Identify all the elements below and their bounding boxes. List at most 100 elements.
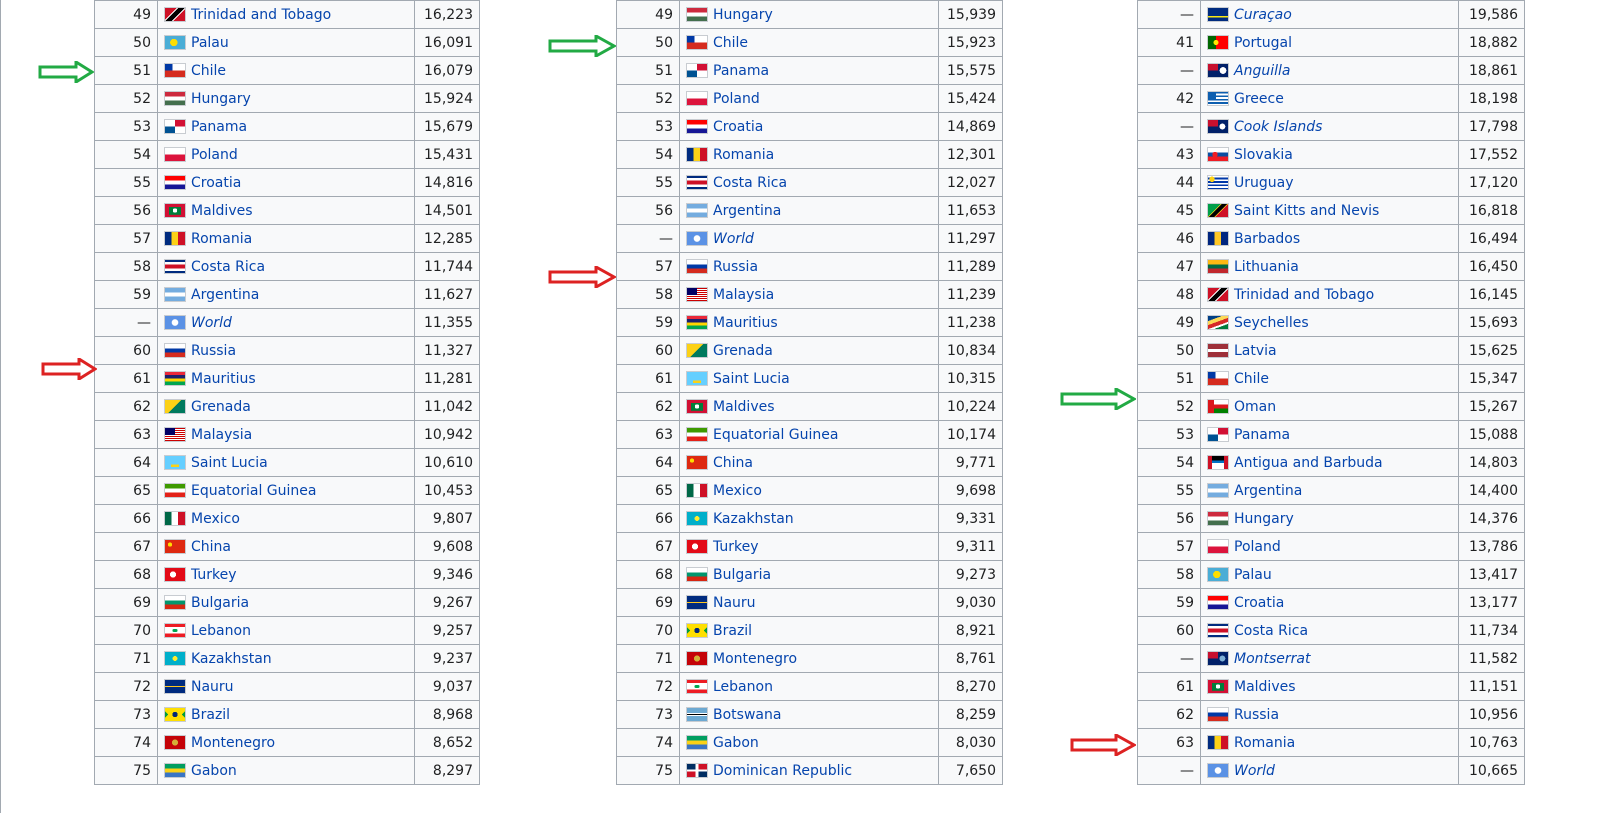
country-link[interactable]: Brazil bbox=[191, 707, 230, 723]
country-link[interactable]: Poland bbox=[191, 147, 238, 163]
country-link[interactable]: Brazil bbox=[713, 623, 752, 639]
country-link[interactable]: Latvia bbox=[1234, 343, 1277, 359]
country-link[interactable]: Romania bbox=[1234, 735, 1295, 751]
country-link[interactable]: Lebanon bbox=[713, 679, 773, 695]
country-link[interactable]: Grenada bbox=[713, 343, 773, 359]
country-link[interactable]: China bbox=[191, 539, 231, 555]
country-link[interactable]: Croatia bbox=[713, 119, 763, 135]
country-link[interactable]: Bulgaria bbox=[713, 567, 771, 583]
country-link[interactable]: Bulgaria bbox=[191, 595, 249, 611]
country-link[interactable]: Grenada bbox=[191, 399, 251, 415]
value-cell: 14,816 bbox=[414, 168, 480, 197]
country-link[interactable]: Romania bbox=[191, 231, 252, 247]
value-cell: 9,257 bbox=[414, 616, 480, 645]
rank-cell: — bbox=[1137, 644, 1201, 673]
country-link[interactable]: Nauru bbox=[191, 679, 234, 695]
country-link[interactable]: Chile bbox=[191, 63, 226, 79]
country-link[interactable]: Gabon bbox=[191, 763, 237, 779]
table-row: 60 Grenada 10,834 bbox=[616, 336, 1003, 365]
country-link[interactable]: Antigua and Barbuda bbox=[1234, 455, 1383, 471]
country-link[interactable]: Croatia bbox=[191, 175, 241, 191]
country-link[interactable]: Argentina bbox=[191, 287, 259, 303]
country-link[interactable]: Palau bbox=[1234, 567, 1272, 583]
country-link[interactable]: Poland bbox=[713, 91, 760, 107]
country-link[interactable]: Argentina bbox=[713, 203, 781, 219]
country-link[interactable]: World bbox=[191, 315, 232, 331]
country-link[interactable]: Costa Rica bbox=[713, 175, 787, 191]
country-link[interactable]: Turkey bbox=[713, 539, 759, 555]
country-link[interactable]: Mauritius bbox=[191, 371, 256, 387]
country-link[interactable]: Lithuania bbox=[1234, 259, 1299, 275]
country-link[interactable]: Greece bbox=[1234, 91, 1284, 107]
country-link[interactable]: Lebanon bbox=[191, 623, 251, 639]
country-link[interactable]: Hungary bbox=[1234, 511, 1294, 527]
country-link[interactable]: Costa Rica bbox=[1234, 623, 1308, 639]
country-link[interactable]: Slovakia bbox=[1234, 147, 1293, 163]
country-link[interactable]: Saint Lucia bbox=[713, 371, 790, 387]
costa-rica-flag-icon bbox=[1207, 623, 1229, 638]
country-link[interactable]: Panama bbox=[1234, 427, 1290, 443]
table-row: 54 Romania 12,301 bbox=[616, 140, 1003, 169]
country-link[interactable]: Cook Islands bbox=[1234, 119, 1322, 135]
country-link[interactable]: Saint Kitts and Nevis bbox=[1234, 203, 1379, 219]
country-link[interactable]: Malaysia bbox=[191, 427, 252, 443]
country-link[interactable]: Montserrat bbox=[1234, 651, 1311, 667]
value-cell: 13,417 bbox=[1458, 560, 1525, 589]
country-link[interactable]: Kazakhstan bbox=[191, 651, 272, 667]
country-link[interactable]: Trinidad and Tobago bbox=[191, 7, 331, 23]
country-link[interactable]: Mexico bbox=[191, 511, 240, 527]
rank-cell: 57 bbox=[1137, 532, 1201, 561]
country-link[interactable]: Maldives bbox=[191, 203, 253, 219]
country-link[interactable]: Croatia bbox=[1234, 595, 1284, 611]
table-row: 65 Equatorial Guinea 10,453 bbox=[94, 476, 480, 505]
country-link[interactable]: Chile bbox=[1234, 371, 1269, 387]
country-link[interactable]: Botswana bbox=[713, 707, 781, 723]
country-link[interactable]: Anguilla bbox=[1234, 63, 1290, 79]
country-link[interactable]: Uruguay bbox=[1234, 175, 1294, 191]
rank-cell: 60 bbox=[94, 336, 158, 365]
country-link[interactable]: Maldives bbox=[1234, 679, 1296, 695]
country-link[interactable]: Maldives bbox=[713, 399, 775, 415]
country-link[interactable]: Costa Rica bbox=[191, 259, 265, 275]
country-link[interactable]: Curaçao bbox=[1234, 7, 1292, 23]
country-link[interactable]: Panama bbox=[713, 63, 769, 79]
country-link[interactable]: Nauru bbox=[713, 595, 756, 611]
country-link[interactable]: Saint Lucia bbox=[191, 455, 268, 471]
country-link[interactable]: Portugal bbox=[1234, 35, 1292, 51]
country-link[interactable]: Palau bbox=[191, 35, 229, 51]
rank-cell: — bbox=[616, 224, 680, 253]
country-link[interactable]: Romania bbox=[713, 147, 774, 163]
country-link[interactable]: Malaysia bbox=[713, 287, 774, 303]
country-link[interactable]: World bbox=[1234, 763, 1275, 779]
country-link[interactable]: Equatorial Guinea bbox=[191, 483, 316, 499]
country-link[interactable]: Russia bbox=[191, 343, 236, 359]
rank-cell: 65 bbox=[94, 476, 158, 505]
country-link[interactable]: Gabon bbox=[713, 735, 759, 751]
rank-cell: 64 bbox=[616, 448, 680, 477]
country-link[interactable]: World bbox=[713, 231, 754, 247]
country-link[interactable]: Mauritius bbox=[713, 315, 778, 331]
country-link[interactable]: Russia bbox=[1234, 707, 1279, 723]
country-link[interactable]: Dominican Republic bbox=[713, 763, 852, 779]
country-link[interactable]: Argentina bbox=[1234, 483, 1302, 499]
country-link[interactable]: Montenegro bbox=[191, 735, 275, 751]
country-link[interactable]: Trinidad and Tobago bbox=[1234, 287, 1374, 303]
country-link[interactable]: Kazakhstan bbox=[713, 511, 794, 527]
country-link[interactable]: Russia bbox=[713, 259, 758, 275]
value-cell: 10,834 bbox=[938, 336, 1003, 365]
country-link[interactable]: Equatorial Guinea bbox=[713, 427, 838, 443]
country-link[interactable]: China bbox=[713, 455, 753, 471]
country-link[interactable]: Seychelles bbox=[1234, 315, 1309, 331]
country-link[interactable]: Panama bbox=[191, 119, 247, 135]
country-link[interactable]: Montenegro bbox=[713, 651, 797, 667]
country-link[interactable]: Hungary bbox=[191, 91, 251, 107]
country-cell: Latvia bbox=[1200, 336, 1459, 365]
country-link[interactable]: Hungary bbox=[713, 7, 773, 23]
country-cell: Chile bbox=[1200, 364, 1459, 393]
country-link[interactable]: Barbados bbox=[1234, 231, 1300, 247]
country-link[interactable]: Chile bbox=[713, 35, 748, 51]
country-link[interactable]: Turkey bbox=[191, 567, 237, 583]
country-link[interactable]: Poland bbox=[1234, 539, 1281, 555]
country-link[interactable]: Oman bbox=[1234, 399, 1276, 415]
country-link[interactable]: Mexico bbox=[713, 483, 762, 499]
